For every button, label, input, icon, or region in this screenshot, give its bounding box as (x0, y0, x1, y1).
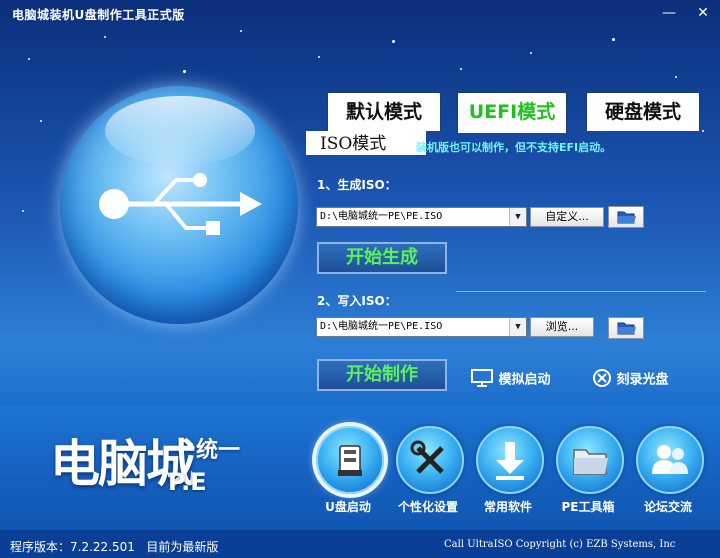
burn-disc-label: 刻录光盘 (616, 372, 669, 388)
iso-mode-title: ISO模式 (306, 131, 426, 155)
burn-disc-button[interactable]: 刻录光盘 (592, 368, 669, 388)
disc-icon (593, 369, 611, 387)
usb-orb-graphic (60, 86, 298, 324)
section-divider (456, 291, 706, 292)
chevron-down-icon[interactable]: ▼ (509, 208, 526, 226)
usb-symbol-icon (99, 173, 262, 235)
uefi-note: 装机版也可以制作，但不支持EFI启动。 (416, 141, 612, 154)
tab-default-mode[interactable]: 默认模式 (327, 92, 441, 131)
folder-icon (617, 211, 636, 224)
chevron-down-icon[interactable]: ▼ (509, 318, 526, 336)
copyright-text: Call UltraISO Copyright (c) EZB Systems,… (444, 539, 676, 550)
step1-label: 1、生成ISO： (317, 178, 397, 192)
tab-harddisk-mode[interactable]: 硬盘模式 (586, 92, 700, 131)
window-title: 电脑城装机U盘制作工具正式版 (12, 8, 185, 22)
star (460, 68, 462, 70)
version-value: 程序版本：7.2.22.501 (10, 540, 135, 554)
star (183, 70, 186, 73)
start-make-button[interactable]: 开始制作 (317, 359, 447, 391)
logo-pe-text: P.E (168, 468, 207, 496)
tool-personalize[interactable] (396, 426, 464, 494)
write-iso-path-select[interactable]: D:\电脑城统一PE\PE.ISO ▼ (316, 317, 527, 337)
star (675, 76, 677, 78)
open-folder-button[interactable] (608, 317, 644, 339)
star (392, 40, 395, 43)
step2-label: 2、写入ISO： (317, 294, 397, 308)
download-arrow-icon (496, 442, 524, 480)
folder-icon (617, 322, 636, 335)
orb-highlight (105, 96, 255, 166)
star (318, 56, 320, 58)
logo-side-text: 统一 (196, 438, 241, 463)
star (22, 210, 24, 212)
generate-iso-path-value: D:\电脑城统一PE\PE.ISO (320, 211, 443, 222)
folder-icon (573, 449, 608, 475)
close-button[interactable]: ✕ (694, 4, 712, 22)
star (702, 130, 704, 132)
simulate-boot-label: 模拟启动 (498, 372, 551, 388)
star (28, 58, 30, 60)
start-generate-button[interactable]: 开始生成 (317, 242, 447, 274)
update-status: 目前为最新版 (146, 540, 219, 554)
tab-uefi-mode[interactable]: UEFI模式 (457, 92, 567, 133)
minimize-button[interactable]: — (660, 4, 678, 22)
usb-drive-icon (338, 445, 362, 476)
tool-usb-boot[interactable] (316, 426, 384, 494)
star (612, 38, 615, 41)
tool-pe-toolbox[interactable] (556, 426, 624, 494)
write-iso-path-value: D:\电脑城统一PE\PE.ISO (320, 321, 443, 332)
star (530, 52, 532, 54)
monitor-icon (471, 369, 493, 387)
status-bar: 程序版本：7.2.22.501 目前为最新版 Call UltraISO Cop… (0, 530, 720, 558)
app-window: 电脑城装机U盘制作工具正式版 — ✕ 默认模式 UEFI模式 硬盘模式 ISO模… (0, 0, 720, 558)
open-folder-button[interactable] (608, 206, 644, 228)
wrench-screwdriver-icon (410, 440, 444, 474)
version-text: 程序版本：7.2.22.501 目前为最新版 (10, 538, 218, 555)
star (104, 36, 106, 38)
simulate-boot-button[interactable]: 模拟启动 (470, 368, 551, 388)
tool-forum[interactable] (636, 426, 704, 494)
star (240, 30, 242, 32)
generate-iso-path-select[interactable]: D:\电脑城统一PE\PE.ISO ▼ (316, 207, 527, 227)
star (40, 120, 42, 122)
browse-button[interactable]: 浏览... (530, 317, 594, 337)
tool-forum-label: 论坛交流 (643, 500, 692, 514)
custom-button[interactable]: 自定义... (530, 207, 604, 227)
tool-common-software[interactable] (476, 426, 544, 494)
title-bar[interactable]: 电脑城装机U盘制作工具正式版 — ✕ (0, 0, 720, 28)
users-icon (652, 445, 688, 474)
